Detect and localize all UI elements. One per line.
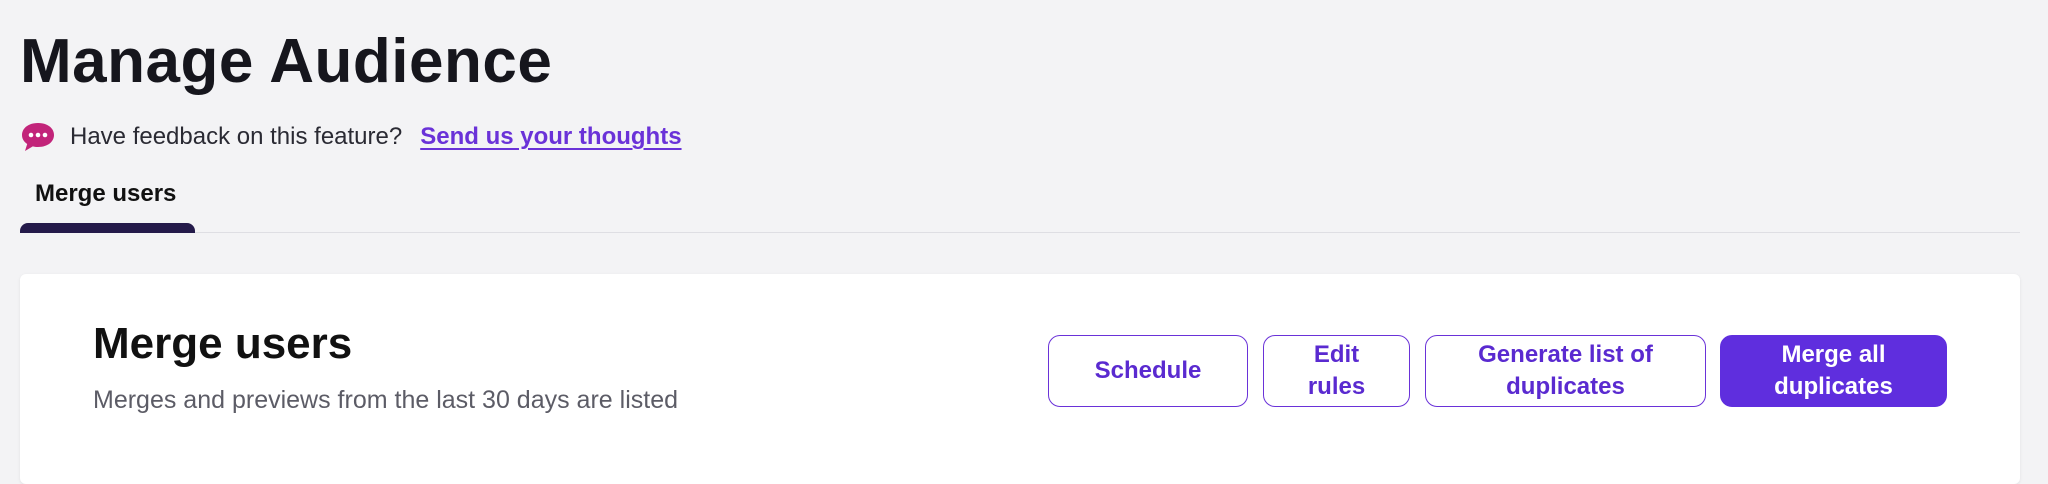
tab-label: Merge users bbox=[35, 180, 177, 207]
merge-all-duplicates-button-label: Merge all duplicates bbox=[1774, 341, 1893, 400]
tab-bar: Merge users bbox=[20, 172, 2020, 233]
feedback-prompt: Have feedback on this feature? bbox=[70, 123, 403, 150]
generate-duplicates-list-button[interactable]: Generate list of duplicates bbox=[1425, 335, 1706, 407]
merge-users-card: Merge users Merges and previews from the… bbox=[20, 274, 2020, 484]
send-feedback-link[interactable]: Send us your thoughts bbox=[420, 123, 681, 151]
schedule-button[interactable]: Schedule bbox=[1048, 335, 1248, 407]
card-title: Merge users bbox=[93, 319, 353, 368]
schedule-button-label: Schedule bbox=[1094, 357, 1202, 384]
speech-bubble-icon bbox=[22, 123, 54, 151]
page-title: Manage Audience bbox=[20, 27, 553, 96]
generate-duplicates-list-button-label: Generate list of duplicates bbox=[1478, 341, 1653, 400]
card-subtitle: Merges and previews from the last 30 day… bbox=[93, 386, 678, 414]
edit-rules-button[interactable]: Edit rules bbox=[1263, 335, 1410, 407]
edit-rules-button-label: Edit rules bbox=[1307, 341, 1366, 400]
merge-all-duplicates-button[interactable]: Merge all duplicates bbox=[1720, 335, 1947, 407]
feedback-banner: Have feedback on this feature? Send us y… bbox=[20, 118, 682, 156]
tab-merge-users[interactable]: Merge users bbox=[20, 172, 195, 233]
active-tab-indicator bbox=[20, 223, 195, 233]
